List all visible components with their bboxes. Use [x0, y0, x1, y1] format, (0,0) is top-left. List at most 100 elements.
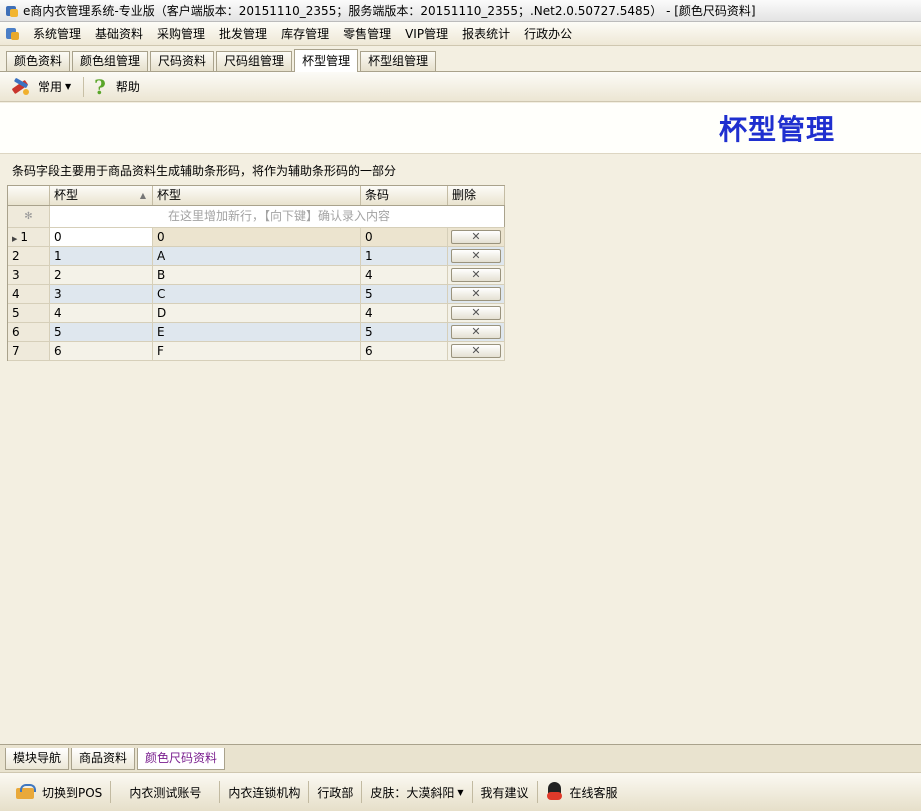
row-number: 7 — [12, 344, 20, 358]
table-row[interactable]: ▶ 1 0 0 0 ✕ — [8, 228, 505, 247]
new-row[interactable]: ✻ 在这里增加新行，【向下键】确认录入内容 — [8, 206, 505, 228]
cup-code-cell[interactable]: 2 — [50, 266, 153, 284]
cup-code-cell[interactable]: 6 — [50, 342, 153, 360]
common-button-label: 常用 — [38, 80, 63, 94]
column-header-cup-code[interactable]: 杯型 ▲ — [50, 186, 153, 205]
delete-row-button[interactable]: ✕ — [451, 287, 501, 301]
bottom-tabs: 模块导航 商品资料 颜色尺码资料 — [0, 744, 921, 772]
switch-pos-button[interactable]: 切换到POS — [8, 784, 110, 801]
cup-code-cell[interactable]: 3 — [50, 285, 153, 303]
menu-reports[interactable]: 报表统计 — [455, 25, 517, 42]
barcode-cell[interactable]: 5 — [361, 323, 448, 341]
status-account: 内衣测试账号 — [129, 785, 202, 800]
row-number-cell[interactable]: 5 — [8, 304, 50, 322]
app-menu-icon[interactable] — [6, 27, 20, 41]
cup-code-cell[interactable]: 4 — [50, 304, 153, 322]
menu-inventory[interactable]: 库存管理 — [274, 25, 336, 42]
barcode-cell[interactable]: 6 — [361, 342, 448, 360]
cup-code-cell[interactable]: 1 — [50, 247, 153, 265]
row-number-cell[interactable]: 6 — [8, 323, 50, 341]
document-tabs: 颜色资料 颜色组管理 尺码资料 尺码组管理 杯型管理 杯型组管理 — [0, 47, 921, 72]
help-question-icon: ? — [94, 74, 106, 99]
tab-size-group[interactable]: 尺码组管理 — [216, 51, 293, 71]
delete-cell: ✕ — [448, 304, 505, 322]
barcode-cell[interactable]: 0 — [361, 228, 448, 246]
menu-vip[interactable]: VIP管理 — [398, 25, 455, 42]
delete-row-button[interactable]: ✕ — [451, 230, 501, 244]
tab-product-data[interactable]: 商品资料 — [71, 748, 136, 770]
column-header-cup-code-label: 杯型 — [54, 188, 79, 202]
cup-name-cell[interactable]: B — [153, 266, 361, 284]
cup-name-cell[interactable]: C — [153, 285, 361, 303]
row-number-cell[interactable]: 3 — [8, 266, 50, 284]
cup-name-cell[interactable]: E — [153, 323, 361, 341]
table-row[interactable]: 5 4 D 4 ✕ — [8, 304, 505, 323]
tab-cup-group[interactable]: 杯型组管理 — [360, 51, 437, 71]
delete-row-button[interactable]: ✕ — [451, 249, 501, 263]
column-header-delete[interactable]: 删除 — [448, 186, 505, 205]
delete-row-button[interactable]: ✕ — [451, 325, 501, 339]
cup-name-cell[interactable]: 0 — [153, 228, 361, 246]
new-row-hint[interactable]: 在这里增加新行，【向下键】确认录入内容 — [50, 206, 505, 227]
cup-grid: 杯型 ▲ 杯型 条码 删除 ✻ 在这里增加新行，【向下键】确认录入内容 ▶ 1 0 0… — [7, 185, 505, 361]
status-dept: 行政部 — [317, 785, 354, 800]
row-number-cell[interactable]: 4 — [8, 285, 50, 303]
menu-admin[interactable]: 行政办公 — [517, 25, 579, 42]
table-row[interactable]: 3 2 B 4 ✕ — [8, 266, 505, 285]
qq-penguin-icon — [546, 782, 564, 802]
table-row[interactable]: 6 5 E 5 ✕ — [8, 323, 505, 342]
tab-color-group[interactable]: 颜色组管理 — [72, 51, 149, 71]
toolbar: 常用 ▼ ? 帮助 — [0, 72, 921, 102]
row-number-cell[interactable]: 2 — [8, 247, 50, 265]
suggestion-button[interactable]: 我有建议 — [473, 784, 537, 801]
barcode-cell[interactable]: 1 — [361, 247, 448, 265]
close-icon: ✕ — [471, 306, 481, 319]
table-row[interactable]: 2 1 A 1 ✕ — [8, 247, 505, 266]
online-service-button[interactable]: 在线客服 — [538, 782, 626, 802]
cup-code-cell[interactable]: 5 — [50, 323, 153, 341]
row-header-corner[interactable] — [8, 186, 50, 205]
delete-row-button[interactable]: ✕ — [451, 268, 501, 282]
tab-color-size-data[interactable]: 颜色尺码资料 — [137, 748, 226, 770]
cup-name-cell[interactable]: A — [153, 247, 361, 265]
delete-row-button[interactable]: ✕ — [451, 306, 501, 320]
help-button[interactable]: ? 帮助 — [94, 75, 140, 99]
help-button-label: 帮助 — [115, 80, 140, 94]
tab-module-nav[interactable]: 模块导航 — [5, 748, 70, 770]
menu-purchase[interactable]: 采购管理 — [150, 25, 212, 42]
tab-cup-management[interactable]: 杯型管理 — [294, 49, 359, 72]
pos-icon — [16, 784, 36, 800]
menu-retail[interactable]: 零售管理 — [336, 25, 398, 42]
tab-size-data[interactable]: 尺码资料 — [150, 51, 215, 71]
cup-code-cell[interactable]: 0 — [50, 228, 153, 246]
common-button[interactable]: 常用 ▼ — [10, 77, 71, 97]
delete-cell: ✕ — [448, 285, 505, 303]
tab-color-data[interactable]: 颜色资料 — [6, 51, 71, 71]
sort-ascending-icon: ▲ — [139, 191, 146, 200]
row-number-cell[interactable]: 7 — [8, 342, 50, 360]
new-row-star-icon: ✻ — [8, 206, 50, 227]
menu-basic-data[interactable]: 基础资料 — [88, 25, 150, 42]
content-area: 条码字段主要用于商品资料生成辅助条形码，将作为辅助条形码的一部分 杯型 ▲ 杯型… — [0, 154, 921, 744]
barcode-cell[interactable]: 4 — [361, 266, 448, 284]
cup-name-cell[interactable]: F — [153, 342, 361, 360]
row-number: 3 — [12, 268, 20, 282]
skin-label: 皮肤：大漠斜阳 — [370, 785, 455, 800]
status-org: 内衣连锁机构 — [228, 785, 301, 800]
app-icon — [5, 4, 19, 18]
grid-header-row: 杯型 ▲ 杯型 条码 删除 — [8, 185, 505, 206]
delete-row-button[interactable]: ✕ — [451, 344, 501, 358]
menu-wholesale[interactable]: 批发管理 — [212, 25, 274, 42]
menubar: 系统管理 基础资料 采购管理 批发管理 库存管理 零售管理 VIP管理 报表统计… — [0, 22, 921, 46]
row-number-cell[interactable]: ▶ 1 — [8, 228, 50, 246]
table-row[interactable]: 7 6 F 6 ✕ — [8, 342, 505, 361]
cup-name-cell[interactable]: D — [153, 304, 361, 322]
table-row[interactable]: 4 3 C 5 ✕ — [8, 285, 505, 304]
column-header-cup-name[interactable]: 杯型 — [153, 186, 361, 205]
barcode-cell[interactable]: 4 — [361, 304, 448, 322]
skin-dropdown[interactable]: 皮肤：大漠斜阳 ▼ — [362, 784, 471, 801]
barcode-cell[interactable]: 5 — [361, 285, 448, 303]
menu-system[interactable]: 系统管理 — [26, 25, 88, 42]
close-icon: ✕ — [471, 249, 481, 262]
column-header-barcode[interactable]: 条码 — [361, 186, 448, 205]
